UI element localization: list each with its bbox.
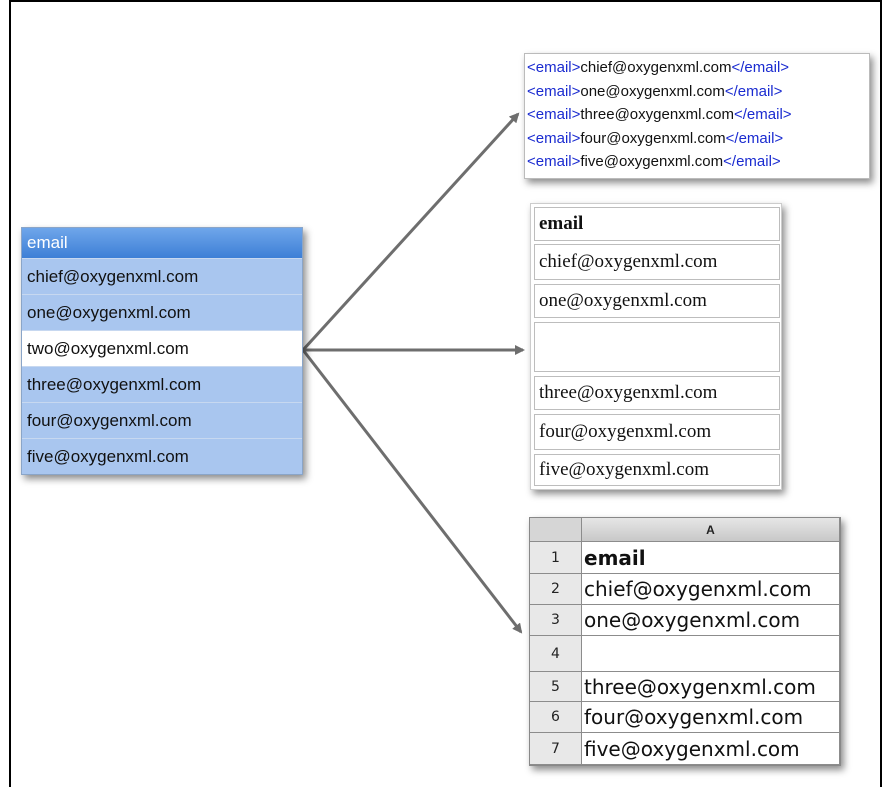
- spreadsheet-row-number: 1: [530, 542, 582, 574]
- xml-line: <email>chief@oxygenxml.com</email>: [527, 56, 869, 80]
- spreadsheet-column-header: A: [582, 518, 840, 542]
- spreadsheet-cell: four@oxygenxml.com: [582, 702, 840, 733]
- html-table-cell: five@oxygenxml.com: [534, 454, 780, 486]
- xml-line: <email>one@oxygenxml.com</email>: [527, 80, 869, 104]
- spreadsheet-cell: five@oxygenxml.com: [582, 733, 840, 765]
- html-table-header: email: [534, 207, 780, 241]
- spreadsheet-cell: one@oxygenxml.com: [582, 605, 840, 636]
- xml-open-tag: <email>: [527, 153, 581, 170]
- source-email-table: email chief@oxygenxml.com one@oxygenxml.…: [21, 227, 303, 475]
- xml-open-tag: <email>: [527, 106, 581, 123]
- html-table-empty-cell: [534, 322, 780, 372]
- xml-output-panel: <email>chief@oxygenxml.com</email> <emai…: [524, 53, 870, 179]
- spreadsheet-corner: [530, 518, 582, 542]
- xml-close-tag: </email>: [731, 59, 790, 76]
- xml-open-tag: <email>: [527, 82, 581, 100]
- source-table-header: email: [22, 228, 302, 258]
- xml-value: four@oxygenxml.com: [580, 129, 726, 147]
- xml-close-tag: </email>: [725, 129, 784, 147]
- html-table-cell: one@oxygenxml.com: [534, 284, 780, 318]
- html-table-cell: three@oxygenxml.com: [534, 376, 780, 410]
- spreadsheet-row-number: 7: [530, 733, 582, 765]
- xml-value: chief@oxygenxml.com: [580, 59, 732, 76]
- spreadsheet-row-number: 6: [530, 702, 582, 733]
- source-row-two: two@oxygenxml.com: [22, 330, 302, 366]
- source-row-four: four@oxygenxml.com: [22, 402, 302, 438]
- spreadsheet-empty-cell: [582, 636, 840, 672]
- source-row-one: one@oxygenxml.com: [22, 294, 302, 330]
- xml-line: <email>four@oxygenxml.com</email>: [527, 127, 869, 151]
- xml-open-tag: <email>: [527, 59, 581, 76]
- html-table-output: email chief@oxygenxml.com one@oxygenxml.…: [530, 203, 782, 490]
- source-row-five: five@oxygenxml.com: [22, 438, 302, 474]
- xml-line: <email>three@oxygenxml.com</email>: [527, 103, 869, 127]
- spreadsheet-row-number: 2: [530, 574, 582, 605]
- xml-value: one@oxygenxml.com: [580, 82, 725, 100]
- source-row-chief: chief@oxygenxml.com: [22, 258, 302, 294]
- spreadsheet-output: A 1 email 2 chief@oxygenxml.com 3 one@ox…: [529, 517, 841, 766]
- spreadsheet-row-number: 4: [530, 636, 582, 672]
- xml-close-tag: </email>: [724, 82, 783, 100]
- spreadsheet-cell: email: [582, 542, 840, 574]
- arrow-to-spreadsheet: [301, 349, 523, 634]
- source-row-three: three@oxygenxml.com: [22, 366, 302, 402]
- xml-open-tag: <email>: [527, 129, 581, 147]
- xml-close-tag: </email>: [723, 153, 781, 170]
- xml-line: <email>five@oxygenxml.com</email>: [527, 150, 869, 174]
- spreadsheet-row-number: 5: [530, 672, 582, 702]
- spreadsheet-cell: chief@oxygenxml.com: [582, 574, 840, 605]
- spreadsheet-cell: three@oxygenxml.com: [582, 672, 840, 702]
- xml-value: three@oxygenxml.com: [580, 106, 734, 123]
- xml-value: five@oxygenxml.com: [580, 153, 724, 170]
- html-table-cell: four@oxygenxml.com: [534, 414, 780, 450]
- arrow-to-xml: [301, 112, 520, 352]
- xml-close-tag: </email>: [734, 106, 792, 123]
- spreadsheet-row-number: 3: [530, 605, 582, 636]
- html-table-cell: chief@oxygenxml.com: [534, 244, 780, 280]
